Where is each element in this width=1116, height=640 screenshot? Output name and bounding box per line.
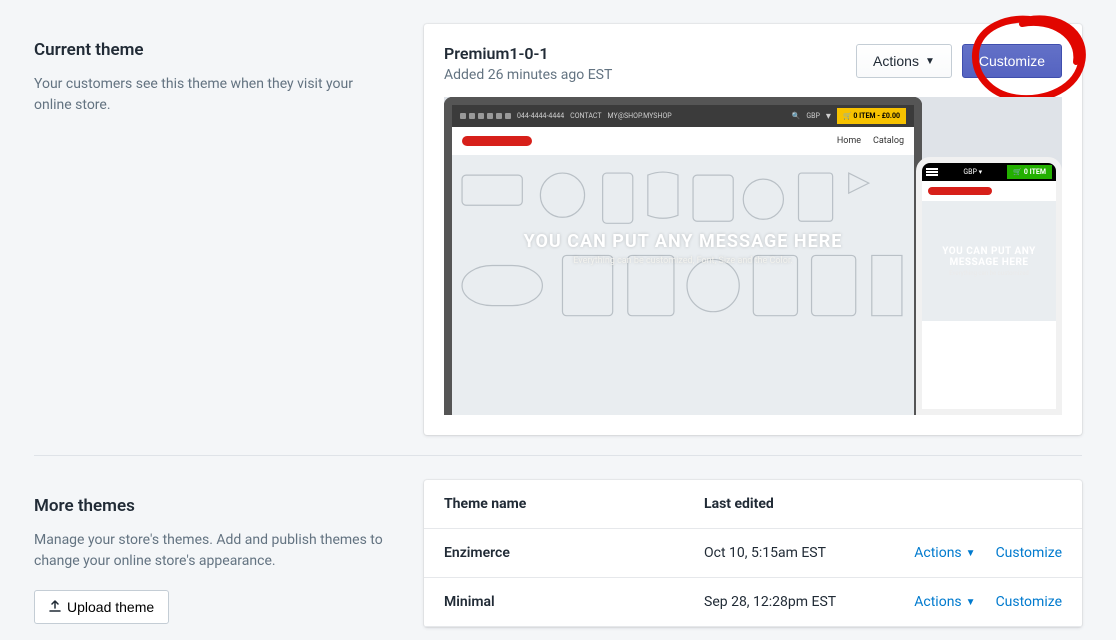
current-theme-description: Your customers see this theme when they … — [34, 74, 388, 116]
current-theme-card: Premium1-0-1 Added 26 minutes ago EST Ac… — [424, 24, 1082, 435]
table-row: Minimal Sep 28, 12:28pm EST Actions▼ Cus… — [424, 578, 1082, 627]
upload-icon — [49, 599, 61, 615]
topbar-contact: CONTACT — [570, 112, 601, 120]
table-row: Enzimerce Oct 10, 5:15am EST Actions▼ Cu… — [424, 529, 1082, 578]
more-themes-description: Manage your store's themes. Add and publ… — [34, 530, 388, 572]
caret-down-icon: ▾ — [826, 111, 831, 122]
mobile-hero: YOU CAN PUT ANY MESSAGE HERE Everything … — [922, 201, 1056, 321]
customize-button-label: Customize — [979, 53, 1045, 69]
row-customize-link[interactable]: Customize — [996, 594, 1062, 610]
col-header-name: Theme name — [444, 496, 704, 512]
hamburger-icon — [926, 168, 938, 176]
customize-button[interactable]: Customize — [962, 44, 1062, 78]
theme-title: Premium1-0-1 — [444, 44, 856, 63]
col-header-edited: Last edited — [704, 496, 904, 512]
preview-hero: YOU CAN PUT ANY MESSAGE HERE Everything … — [452, 155, 914, 415]
hero-sub: Everything can be customized, Font, Size… — [452, 256, 914, 266]
hero-title: YOU CAN PUT ANY MESSAGE HERE — [452, 231, 914, 252]
more-themes-card: Theme name Last edited Enzimerce Oct 10,… — [424, 480, 1082, 627]
preview-desktop: 044-4444-4444 CONTACT MY@SHOP.MYSHOP 🔍 G… — [444, 97, 922, 415]
mobile-hero-title: YOU CAN PUT ANY MESSAGE HERE — [922, 246, 1056, 268]
theme-row-name: Enzimerce — [444, 545, 704, 561]
theme-row-edited: Sep 28, 12:28pm EST — [704, 594, 904, 610]
preview-sitebar: Home Catalog — [452, 127, 914, 155]
theme-row-name: Minimal — [444, 594, 704, 610]
theme-added: Added 26 minutes ago EST — [444, 67, 856, 83]
preview-mobile: GBP ▾ 🛒 0 ITEM YOU CAN PUT ANY MESSAGE H… — [916, 157, 1062, 415]
actions-button-label: Actions — [873, 53, 919, 69]
row-actions-link[interactable]: Actions▼ — [914, 545, 975, 561]
upload-theme-button[interactable]: Upload theme — [34, 590, 169, 624]
mobile-cart: 🛒 0 ITEM — [1007, 165, 1052, 179]
search-icon: 🔍 — [792, 112, 801, 120]
mobile-hero-sub: Everything can be customized — [949, 270, 1029, 277]
caret-down-icon: ▼ — [966, 548, 976, 559]
nav-home: Home — [837, 136, 861, 146]
upload-theme-label: Upload theme — [67, 599, 154, 615]
topbar-cart: 🛒 0 ITEM - £0.00 — [837, 108, 906, 124]
actions-button[interactable]: Actions ▼ — [856, 44, 952, 78]
theme-preview: 044-4444-4444 CONTACT MY@SHOP.MYSHOP 🔍 G… — [444, 97, 1062, 415]
caret-down-icon: ▼ — [925, 56, 935, 67]
topbar-currency: GBP — [806, 112, 820, 120]
topbar-phone: 044-4444-4444 — [517, 112, 564, 120]
theme-row-edited: Oct 10, 5:15am EST — [704, 545, 904, 561]
preview-logo — [462, 136, 532, 146]
caret-down-icon: ▼ — [966, 597, 976, 608]
mobile-logo — [928, 187, 992, 195]
row-actions-link[interactable]: Actions▼ — [914, 594, 975, 610]
row-customize-link[interactable]: Customize — [996, 545, 1062, 561]
more-themes-heading: More themes — [34, 496, 388, 516]
topbar-email: MY@SHOP.MYSHOP — [608, 112, 672, 120]
nav-catalog: Catalog — [873, 136, 904, 146]
mobile-currency: GBP ▾ — [963, 168, 982, 176]
preview-topbar: 044-4444-4444 CONTACT MY@SHOP.MYSHOP 🔍 G… — [452, 105, 914, 127]
current-theme-heading: Current theme — [34, 40, 388, 60]
social-icons — [460, 113, 511, 119]
